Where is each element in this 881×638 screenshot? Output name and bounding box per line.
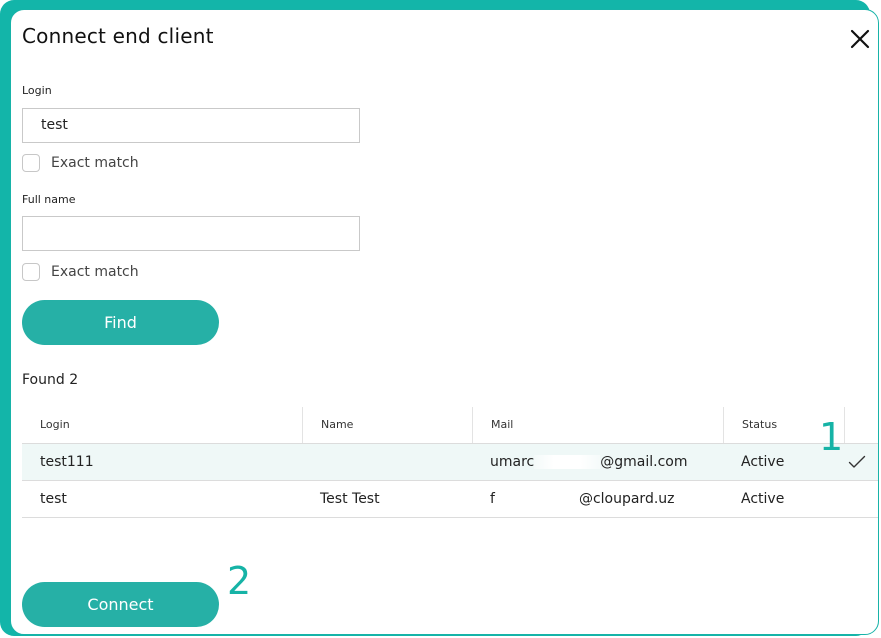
- table-row[interactable]: test111 umarc @gmail.com Active: [22, 444, 878, 481]
- connect-button[interactable]: Connect: [22, 582, 219, 627]
- login-exact-match-label: Exact match: [51, 155, 139, 171]
- cell-mail: umarc @gmail.com: [472, 444, 687, 480]
- fullname-exact-match[interactable]: Exact match: [22, 262, 139, 282]
- fullname-exact-match-checkbox[interactable]: [22, 263, 40, 281]
- check-icon: [848, 455, 866, 468]
- column-header-select: [844, 407, 878, 443]
- column-header-mail[interactable]: Mail: [472, 407, 723, 443]
- cell-login: test: [40, 491, 67, 507]
- close-icon[interactable]: [849, 28, 871, 50]
- redacted-area: [494, 492, 579, 506]
- cell-status: Active: [741, 491, 785, 507]
- cell-mail-end: @gmail.com: [600, 454, 688, 470]
- cell-login: test111: [40, 454, 94, 470]
- fullname-exact-match-label: Exact match: [51, 264, 139, 280]
- fullname-label: Full name: [22, 193, 76, 206]
- cell-name: Test Test: [320, 491, 380, 507]
- cell-mail-end: @cloupard.uz: [578, 491, 675, 507]
- login-exact-match[interactable]: Exact match: [22, 153, 139, 173]
- table-row[interactable]: test Test Test f @cloupard.uz Active: [22, 481, 878, 518]
- annotation-marker-1: 1: [819, 415, 844, 459]
- table-header: Login Name Mail Status: [22, 407, 878, 444]
- connect-end-client-dialog: Connect end client Login test Exact matc…: [10, 9, 879, 635]
- find-button[interactable]: Find: [22, 300, 219, 345]
- login-exact-match-checkbox[interactable]: [22, 154, 40, 172]
- login-label: Login: [22, 84, 52, 97]
- column-header-login[interactable]: Login: [22, 407, 302, 443]
- redacted-area: [534, 455, 601, 469]
- column-header-name[interactable]: Name: [302, 407, 472, 443]
- found-count: Found 2: [22, 372, 79, 388]
- cell-mail: f @cloupard.uz: [472, 481, 675, 517]
- cell-status: Active: [741, 454, 785, 470]
- dialog-title: Connect end client: [22, 24, 214, 48]
- cell-name: [302, 444, 320, 480]
- annotation-marker-2: 2: [227, 559, 252, 603]
- results-table: Login Name Mail Status test111 umarc @gma…: [22, 407, 878, 518]
- cell-mail-start: umarc: [490, 454, 535, 470]
- fullname-input[interactable]: [22, 216, 360, 251]
- login-input[interactable]: test: [22, 108, 360, 143]
